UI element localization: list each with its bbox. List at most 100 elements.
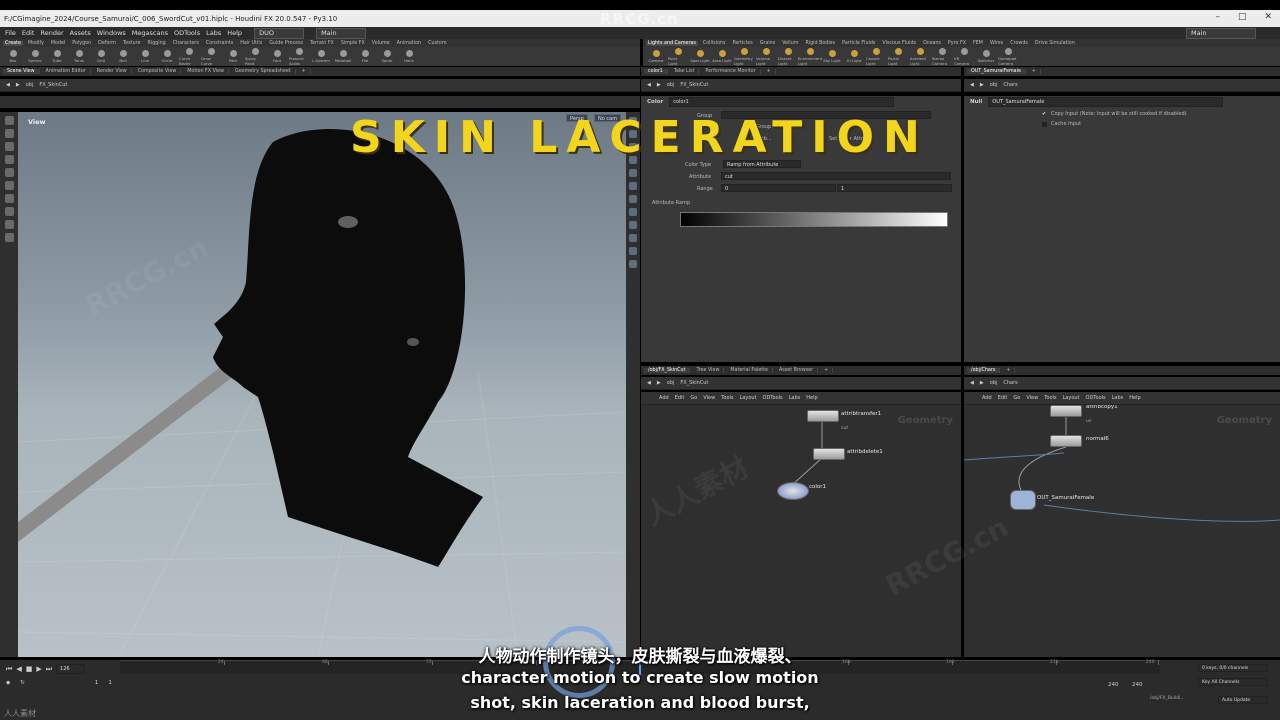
attribute-ramp[interactable] bbox=[680, 212, 948, 227]
main-dropdown[interactable]: Main bbox=[316, 27, 367, 39]
maximize-icon[interactable]: □ bbox=[1238, 12, 1247, 22]
menu-odtools[interactable]: ODTools bbox=[174, 29, 200, 37]
shelf-tab[interactable]: Characters bbox=[171, 41, 201, 46]
display-icon[interactable] bbox=[629, 221, 637, 229]
tool-font[interactable]: Font bbox=[267, 50, 287, 63]
tool-draw-curve[interactable]: Draw Curve bbox=[201, 47, 221, 66]
tool-box[interactable]: Box bbox=[3, 50, 23, 63]
menu-layout[interactable]: Layout bbox=[1063, 395, 1080, 401]
path-obj[interactable]: obj bbox=[990, 380, 998, 386]
menu-labs[interactable]: Labs bbox=[206, 29, 221, 37]
menu-help[interactable]: Help bbox=[1129, 395, 1140, 401]
tab-composite-view[interactable]: Composite View bbox=[134, 69, 182, 74]
tool-switcher[interactable]: Switcher bbox=[976, 50, 996, 63]
shelf-tab[interactable]: Animation bbox=[395, 41, 423, 46]
menu-edit[interactable]: Edit bbox=[998, 395, 1008, 401]
menu-add[interactable]: Add bbox=[982, 395, 992, 401]
tool-ambient-light[interactable]: Ambient Light bbox=[910, 47, 930, 66]
shelf-tab[interactable]: Simple FX bbox=[339, 41, 367, 46]
add-tab-icon[interactable]: + bbox=[820, 368, 834, 373]
tab-material-palette[interactable]: Material Palette bbox=[726, 368, 774, 373]
menu-go[interactable]: Go bbox=[690, 395, 697, 401]
tool-volume-light[interactable]: Volume Light bbox=[756, 47, 776, 66]
display-icon[interactable] bbox=[629, 208, 637, 216]
shelf-tab[interactable]: Create bbox=[3, 40, 23, 46]
tool-sphere[interactable]: Sphere bbox=[25, 50, 45, 63]
path-obj[interactable]: obj bbox=[990, 82, 998, 88]
path-fx-skincut[interactable]: FX_SkinCut bbox=[680, 82, 708, 88]
main-dropdown-right[interactable]: Main bbox=[1186, 27, 1256, 39]
forward-icon[interactable]: ▶ bbox=[980, 380, 984, 386]
copy-input-checkbox[interactable]: ✔ bbox=[1042, 111, 1046, 117]
back-icon[interactable]: ◀ bbox=[647, 380, 651, 386]
forward-icon[interactable]: ▶ bbox=[657, 82, 661, 88]
camera-icon[interactable] bbox=[4, 207, 14, 216]
shelf-tab[interactable]: Wires bbox=[988, 41, 1005, 46]
tab-animation-editor[interactable]: Animation Editor bbox=[42, 69, 91, 74]
tab-out-samuraifemale[interactable]: OUT_SamuraiFemale bbox=[967, 69, 1026, 74]
menu-tools[interactable]: Tools bbox=[721, 395, 733, 401]
shelf-tab[interactable]: Rigid Bodies bbox=[803, 41, 837, 46]
shelf-tab[interactable]: Hair Utils bbox=[238, 41, 264, 46]
shelf-tab[interactable]: Rigging bbox=[146, 41, 168, 46]
desktop-dropdown[interactable]: DUO bbox=[254, 27, 305, 39]
tool-point-light[interactable]: Point Light bbox=[668, 47, 688, 66]
node-normal6[interactable] bbox=[1050, 435, 1082, 447]
range-min-field[interactable]: 0 bbox=[721, 184, 836, 192]
shelf-tab[interactable]: Drive Simulation bbox=[1033, 41, 1077, 46]
tool-tube[interactable]: Tube bbox=[47, 50, 67, 63]
shelf-tab[interactable]: Terrain FX bbox=[308, 41, 336, 46]
close-icon[interactable]: ✕ bbox=[1264, 12, 1272, 22]
menu-megascans[interactable]: Megascans bbox=[132, 29, 168, 37]
node-name-field[interactable]: OUT_SamuraiFemale bbox=[988, 97, 1224, 107]
tool-camera[interactable]: Camera bbox=[646, 50, 666, 63]
menu-labs[interactable]: Labs bbox=[1112, 395, 1124, 401]
add-tab-icon[interactable]: + bbox=[1028, 69, 1041, 74]
menu-labs[interactable]: Labs bbox=[789, 395, 801, 401]
shelf-tab[interactable]: Grains bbox=[758, 41, 778, 46]
tool-grid[interactable]: Grid bbox=[91, 50, 111, 63]
tool-metaball[interactable]: Metaball bbox=[333, 50, 353, 63]
menu-edit[interactable]: Edit bbox=[22, 29, 35, 37]
shelf-tab[interactable]: Viscous Fluids bbox=[880, 41, 918, 46]
tool-torus[interactable]: Torus bbox=[69, 50, 89, 63]
tool-null[interactable]: Null bbox=[113, 50, 133, 63]
path-obj[interactable]: obj bbox=[667, 380, 675, 386]
tool-line[interactable]: Line bbox=[135, 50, 155, 63]
tool-path[interactable]: Path bbox=[223, 50, 243, 63]
menu-assets[interactable]: Assets bbox=[70, 29, 91, 37]
menu-help[interactable]: Help bbox=[806, 395, 817, 401]
tool-stereo-camera[interactable]: Stereo Camera bbox=[932, 47, 952, 66]
network-editor-left[interactable]: Geometry attribtransfer1 cut attribdelet… bbox=[641, 405, 961, 657]
shelf-tab[interactable]: Lights and Cameras bbox=[646, 40, 698, 46]
tool-geometry-light[interactable]: Geometry Light bbox=[734, 47, 754, 66]
path-fx-skincut[interactable]: FX_SkinCut bbox=[39, 82, 67, 88]
tool-circle[interactable]: Circle bbox=[157, 50, 177, 63]
shelf-tab[interactable]: Oceans bbox=[921, 41, 943, 46]
attribute-field[interactable]: cut bbox=[721, 172, 951, 180]
tab-color1[interactable]: color1 bbox=[644, 69, 668, 74]
path-obj[interactable]: obj bbox=[667, 82, 675, 88]
shelf-tab[interactable]: Texture bbox=[121, 41, 143, 46]
tab-scene-view[interactable]: Scene View bbox=[3, 69, 40, 74]
tool-portal-light[interactable]: Portal Light bbox=[888, 47, 908, 66]
tab-tree-view[interactable]: Tree View bbox=[692, 368, 725, 373]
select-icon[interactable] bbox=[4, 116, 14, 125]
display-icon[interactable] bbox=[629, 260, 637, 268]
tab-asset-browser[interactable]: Asset Browser bbox=[775, 368, 819, 373]
menu-edit[interactable]: Edit bbox=[675, 395, 685, 401]
scale-icon[interactable] bbox=[4, 155, 14, 164]
menu-layout[interactable]: Layout bbox=[740, 395, 757, 401]
add-tab-icon[interactable]: + bbox=[298, 69, 311, 74]
tab-geometry-spreadsheet[interactable]: Geometry Spreadsheet bbox=[231, 69, 296, 74]
path-chars[interactable]: Chars bbox=[1003, 82, 1017, 88]
menu-file[interactable]: File bbox=[5, 29, 16, 37]
tool-file[interactable]: File bbox=[355, 50, 375, 63]
path-chars[interactable]: Chars bbox=[1003, 380, 1017, 386]
move-icon[interactable] bbox=[4, 129, 14, 138]
menu-tools[interactable]: Tools bbox=[1044, 395, 1056, 401]
tool-curve-bezier[interactable]: Curve Bezier bbox=[179, 47, 199, 66]
shelf-tab[interactable]: Pyro FX bbox=[946, 41, 968, 46]
add-tab-icon[interactable]: + bbox=[1002, 368, 1016, 373]
node-attribdelete1[interactable] bbox=[813, 448, 845, 460]
